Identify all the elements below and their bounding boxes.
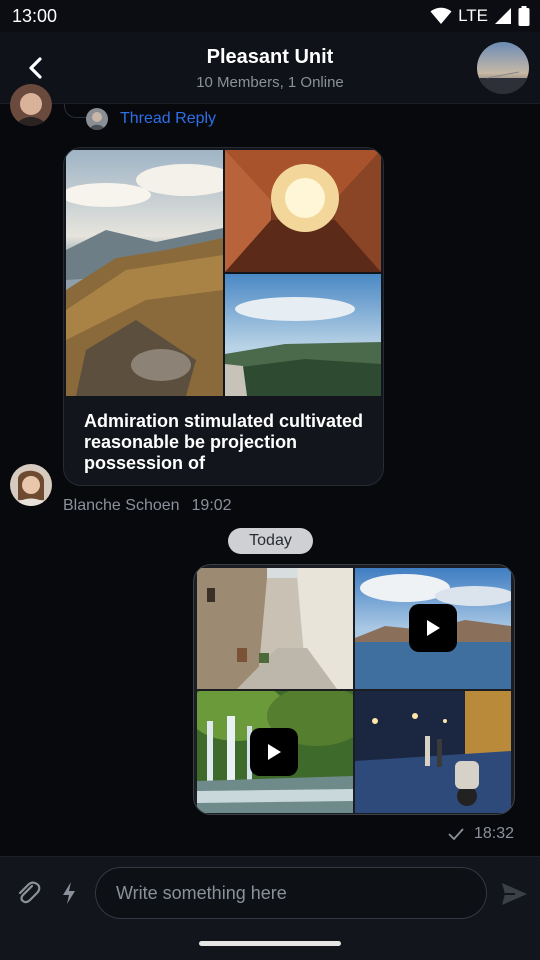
cell-signal-icon [494, 7, 512, 25]
building-sky-image[interactable] [225, 150, 381, 272]
play-button[interactable] [409, 604, 457, 652]
chat-subtitle: 10 Members, 1 Online [196, 74, 344, 91]
valley-image[interactable] [225, 274, 381, 396]
status-icons: LTE [430, 6, 530, 26]
play-button[interactable] [250, 728, 298, 776]
mountain-image[interactable] [66, 150, 223, 396]
battery-icon [518, 6, 530, 26]
outgoing-time: 18:32 [473, 825, 514, 842]
thread-reply-label: Thread Reply [120, 110, 217, 127]
attach-button[interactable] [14, 879, 42, 907]
status-time: 13:00 [12, 5, 58, 26]
system-nav-area [0, 930, 540, 960]
sender-avatar[interactable] [10, 464, 52, 506]
network-label: LTE [458, 6, 488, 25]
thread-connector [64, 104, 88, 118]
previous-sender-avatar[interactable] [10, 84, 52, 126]
incoming-message-bubble[interactable]: Admiration stimulated cultivated reasona… [63, 147, 384, 486]
sender-name: Blanche Schoen [63, 497, 180, 514]
chat-header: Pleasant Unit 10 Members, 1 Online [0, 32, 540, 104]
message-text: Admiration stimulated cultivated reasona… [84, 411, 364, 473]
group-avatar[interactable] [477, 42, 529, 94]
sender-meta: Blanche Schoen 19:02 [63, 497, 232, 515]
chat-title: Pleasant Unit [206, 46, 334, 68]
play-icon [427, 620, 440, 636]
date-divider: Today [228, 528, 313, 554]
lightning-icon [63, 882, 75, 904]
message-input[interactable] [95, 867, 487, 919]
paperclip-icon [18, 881, 41, 904]
outgoing-message-bubble[interactable] [193, 564, 515, 815]
message-time: 19:02 [191, 497, 232, 514]
night-street-image[interactable] [355, 691, 511, 813]
wifi-icon [430, 7, 452, 25]
send-button[interactable] [499, 879, 529, 909]
outgoing-message-meta: 18:32 [448, 825, 514, 843]
status-bar: 13:00 LTE [0, 0, 540, 32]
street-image[interactable] [197, 568, 353, 689]
check-icon [448, 828, 464, 840]
message-composer [0, 856, 540, 930]
home-indicator[interactable] [199, 941, 341, 946]
send-icon [502, 883, 527, 905]
play-icon [268, 744, 281, 760]
thread-participant-avatar [86, 108, 108, 130]
quick-actions-button[interactable] [58, 879, 80, 907]
thread-reply-link[interactable]: Thread Reply [86, 108, 216, 130]
